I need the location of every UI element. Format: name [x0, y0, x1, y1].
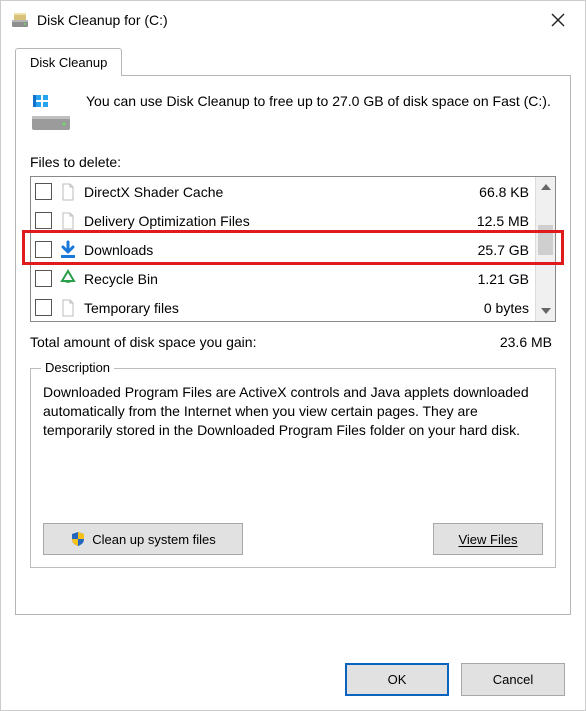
file-checkbox[interactable]	[35, 299, 52, 316]
cancel-button[interactable]: Cancel	[461, 663, 565, 696]
file-size: 12.5 MB	[471, 213, 529, 229]
tab-panel: You can use Disk Cleanup to free up to 2…	[15, 75, 571, 615]
view-files-label: View Files	[458, 532, 517, 547]
file-checkbox[interactable]	[35, 183, 52, 200]
disk-cleanup-window: Disk Cleanup for (C:) Disk Cleanup	[0, 0, 586, 711]
file-row[interactable]: DirectX Shader Cache 66.8 KB	[31, 177, 535, 206]
file-row[interactable]: Downloads 25.7 GB	[31, 235, 535, 264]
total-row: Total amount of disk space you gain: 23.…	[30, 334, 556, 350]
file-size: 25.7 GB	[472, 242, 529, 258]
page-icon	[58, 182, 78, 202]
intro-row: You can use Disk Cleanup to free up to 2…	[30, 92, 556, 134]
file-name: DirectX Shader Cache	[84, 184, 467, 200]
description-text: Downloaded Program Files are ActiveX con…	[43, 383, 543, 483]
file-name: Temporary files	[84, 300, 472, 316]
page-icon	[58, 298, 78, 318]
view-files-button[interactable]: View Files	[433, 523, 543, 555]
file-row[interactable]: Recycle Bin 1.21 GB	[31, 264, 535, 293]
ok-button[interactable]: OK	[345, 663, 449, 696]
file-checkbox[interactable]	[35, 241, 52, 258]
file-checkbox[interactable]	[35, 270, 52, 287]
scroll-down-button[interactable]	[536, 301, 555, 321]
disk-cleanup-icon	[11, 11, 29, 29]
total-label: Total amount of disk space you gain:	[30, 334, 500, 350]
file-name: Downloads	[84, 242, 466, 258]
tab-disk-cleanup[interactable]: Disk Cleanup	[15, 48, 122, 76]
file-name: Delivery Optimization Files	[84, 213, 465, 229]
download-icon	[58, 240, 78, 260]
scroll-thumb[interactable]	[538, 225, 553, 255]
description-button-row: Clean up system files View Files	[43, 523, 543, 555]
scroll-up-button[interactable]	[536, 177, 555, 197]
page-icon	[58, 211, 78, 231]
tabstrip: Disk Cleanup	[15, 45, 571, 75]
files-to-delete-label: Files to delete:	[30, 154, 556, 170]
total-value: 23.6 MB	[500, 334, 552, 350]
clean-up-system-files-button[interactable]: Clean up system files	[43, 523, 243, 555]
file-row[interactable]: Temporary files 0 bytes	[31, 293, 535, 322]
file-checkbox[interactable]	[35, 212, 52, 229]
description-legend: Description	[41, 360, 114, 375]
file-size: 0 bytes	[478, 300, 529, 316]
scrollbar[interactable]	[535, 177, 555, 321]
close-button[interactable]	[535, 5, 581, 35]
uac-shield-icon	[70, 531, 86, 547]
file-row[interactable]: Delivery Optimization Files 12.5 MB	[31, 206, 535, 235]
file-size: 1.21 GB	[472, 271, 529, 287]
titlebar: Disk Cleanup for (C:)	[1, 1, 585, 39]
window-title: Disk Cleanup for (C:)	[37, 12, 535, 28]
file-size: 66.8 KB	[473, 184, 529, 200]
clean-up-system-files-label: Clean up system files	[92, 532, 216, 547]
description-groupbox: Description Downloaded Program Files are…	[30, 368, 556, 568]
recycle-icon	[58, 269, 78, 289]
client-area: Disk Cleanup You can use Disk Cleanup to…	[1, 39, 585, 615]
drive-cleanup-icon	[30, 92, 72, 134]
file-list-wrap: DirectX Shader Cache 66.8 KB Delivery Opti…	[30, 176, 556, 322]
intro-text: You can use Disk Cleanup to free up to 2…	[86, 92, 551, 134]
dialog-footer: OK Cancel	[345, 663, 565, 696]
file-name: Recycle Bin	[84, 271, 466, 287]
files-listbox[interactable]: DirectX Shader Cache 66.8 KB Delivery Opti…	[30, 176, 556, 322]
